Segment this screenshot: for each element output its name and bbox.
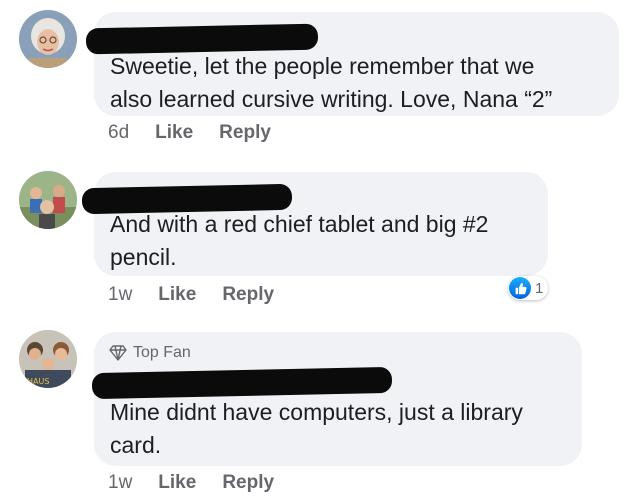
diamond-icon	[109, 345, 127, 361]
comment-text: Sweetie, let the people remember that we…	[110, 50, 552, 116]
comment-line: Sweetie, let the people remember that we	[110, 53, 535, 79]
family-photo-avatar-icon	[19, 171, 77, 229]
reply-button[interactable]: Reply	[222, 472, 274, 493]
reply-button[interactable]: Reply	[222, 284, 274, 305]
commenter-avatar[interactable]	[19, 171, 77, 229]
comment-text: Mine didnt have computers, just a librar…	[110, 396, 523, 462]
elderly-woman-avatar-icon	[19, 10, 77, 68]
comment-timestamp[interactable]: 6d	[108, 122, 129, 143]
comment-line: also learned cursive writing. Love, Nana…	[110, 86, 553, 112]
comment-actions: 6d Like Reply	[108, 122, 271, 144]
comment-bubble: And with a red chief tablet and big #2 p…	[81, 172, 548, 276]
badge-label: Top Fan	[133, 344, 191, 361]
comment-text: And with a red chief tablet and big #2 p…	[110, 208, 488, 274]
group-photo-avatar-icon: HAUS	[19, 330, 77, 388]
comment-line: Mine didnt have computers, just a librar…	[110, 399, 523, 425]
commenter-avatar[interactable]: HAUS	[19, 330, 77, 388]
comment-bubble: Top Fan Mine didnt have computers, just …	[91, 332, 582, 466]
comment-line: And with a red chief tablet and big #2	[110, 211, 489, 237]
redacted-commenter-name	[91, 366, 393, 400]
commenter-avatar[interactable]	[19, 10, 77, 68]
comment-line: pencil.	[110, 244, 177, 270]
like-button[interactable]: Like	[155, 122, 193, 143]
reaction-summary[interactable]: 1	[508, 276, 549, 300]
comment-line: card.	[110, 432, 162, 458]
comment-timestamp[interactable]: 1w	[108, 284, 132, 305]
comment-bubble: Sweetie, let the people remember that we…	[85, 12, 619, 116]
thumbs-up-icon	[509, 277, 531, 299]
comment-actions: 1w Like Reply	[108, 472, 274, 494]
svg-text:HAUS: HAUS	[27, 377, 49, 386]
like-button[interactable]: Like	[158, 284, 196, 305]
reply-button[interactable]: Reply	[219, 122, 271, 143]
reaction-count: 1	[535, 279, 544, 297]
comment-timestamp[interactable]: 1w	[108, 472, 132, 493]
comment-actions: 1w Like Reply	[108, 284, 274, 306]
top-fan-badge[interactable]: Top Fan	[109, 344, 191, 362]
like-button[interactable]: Like	[158, 472, 196, 493]
